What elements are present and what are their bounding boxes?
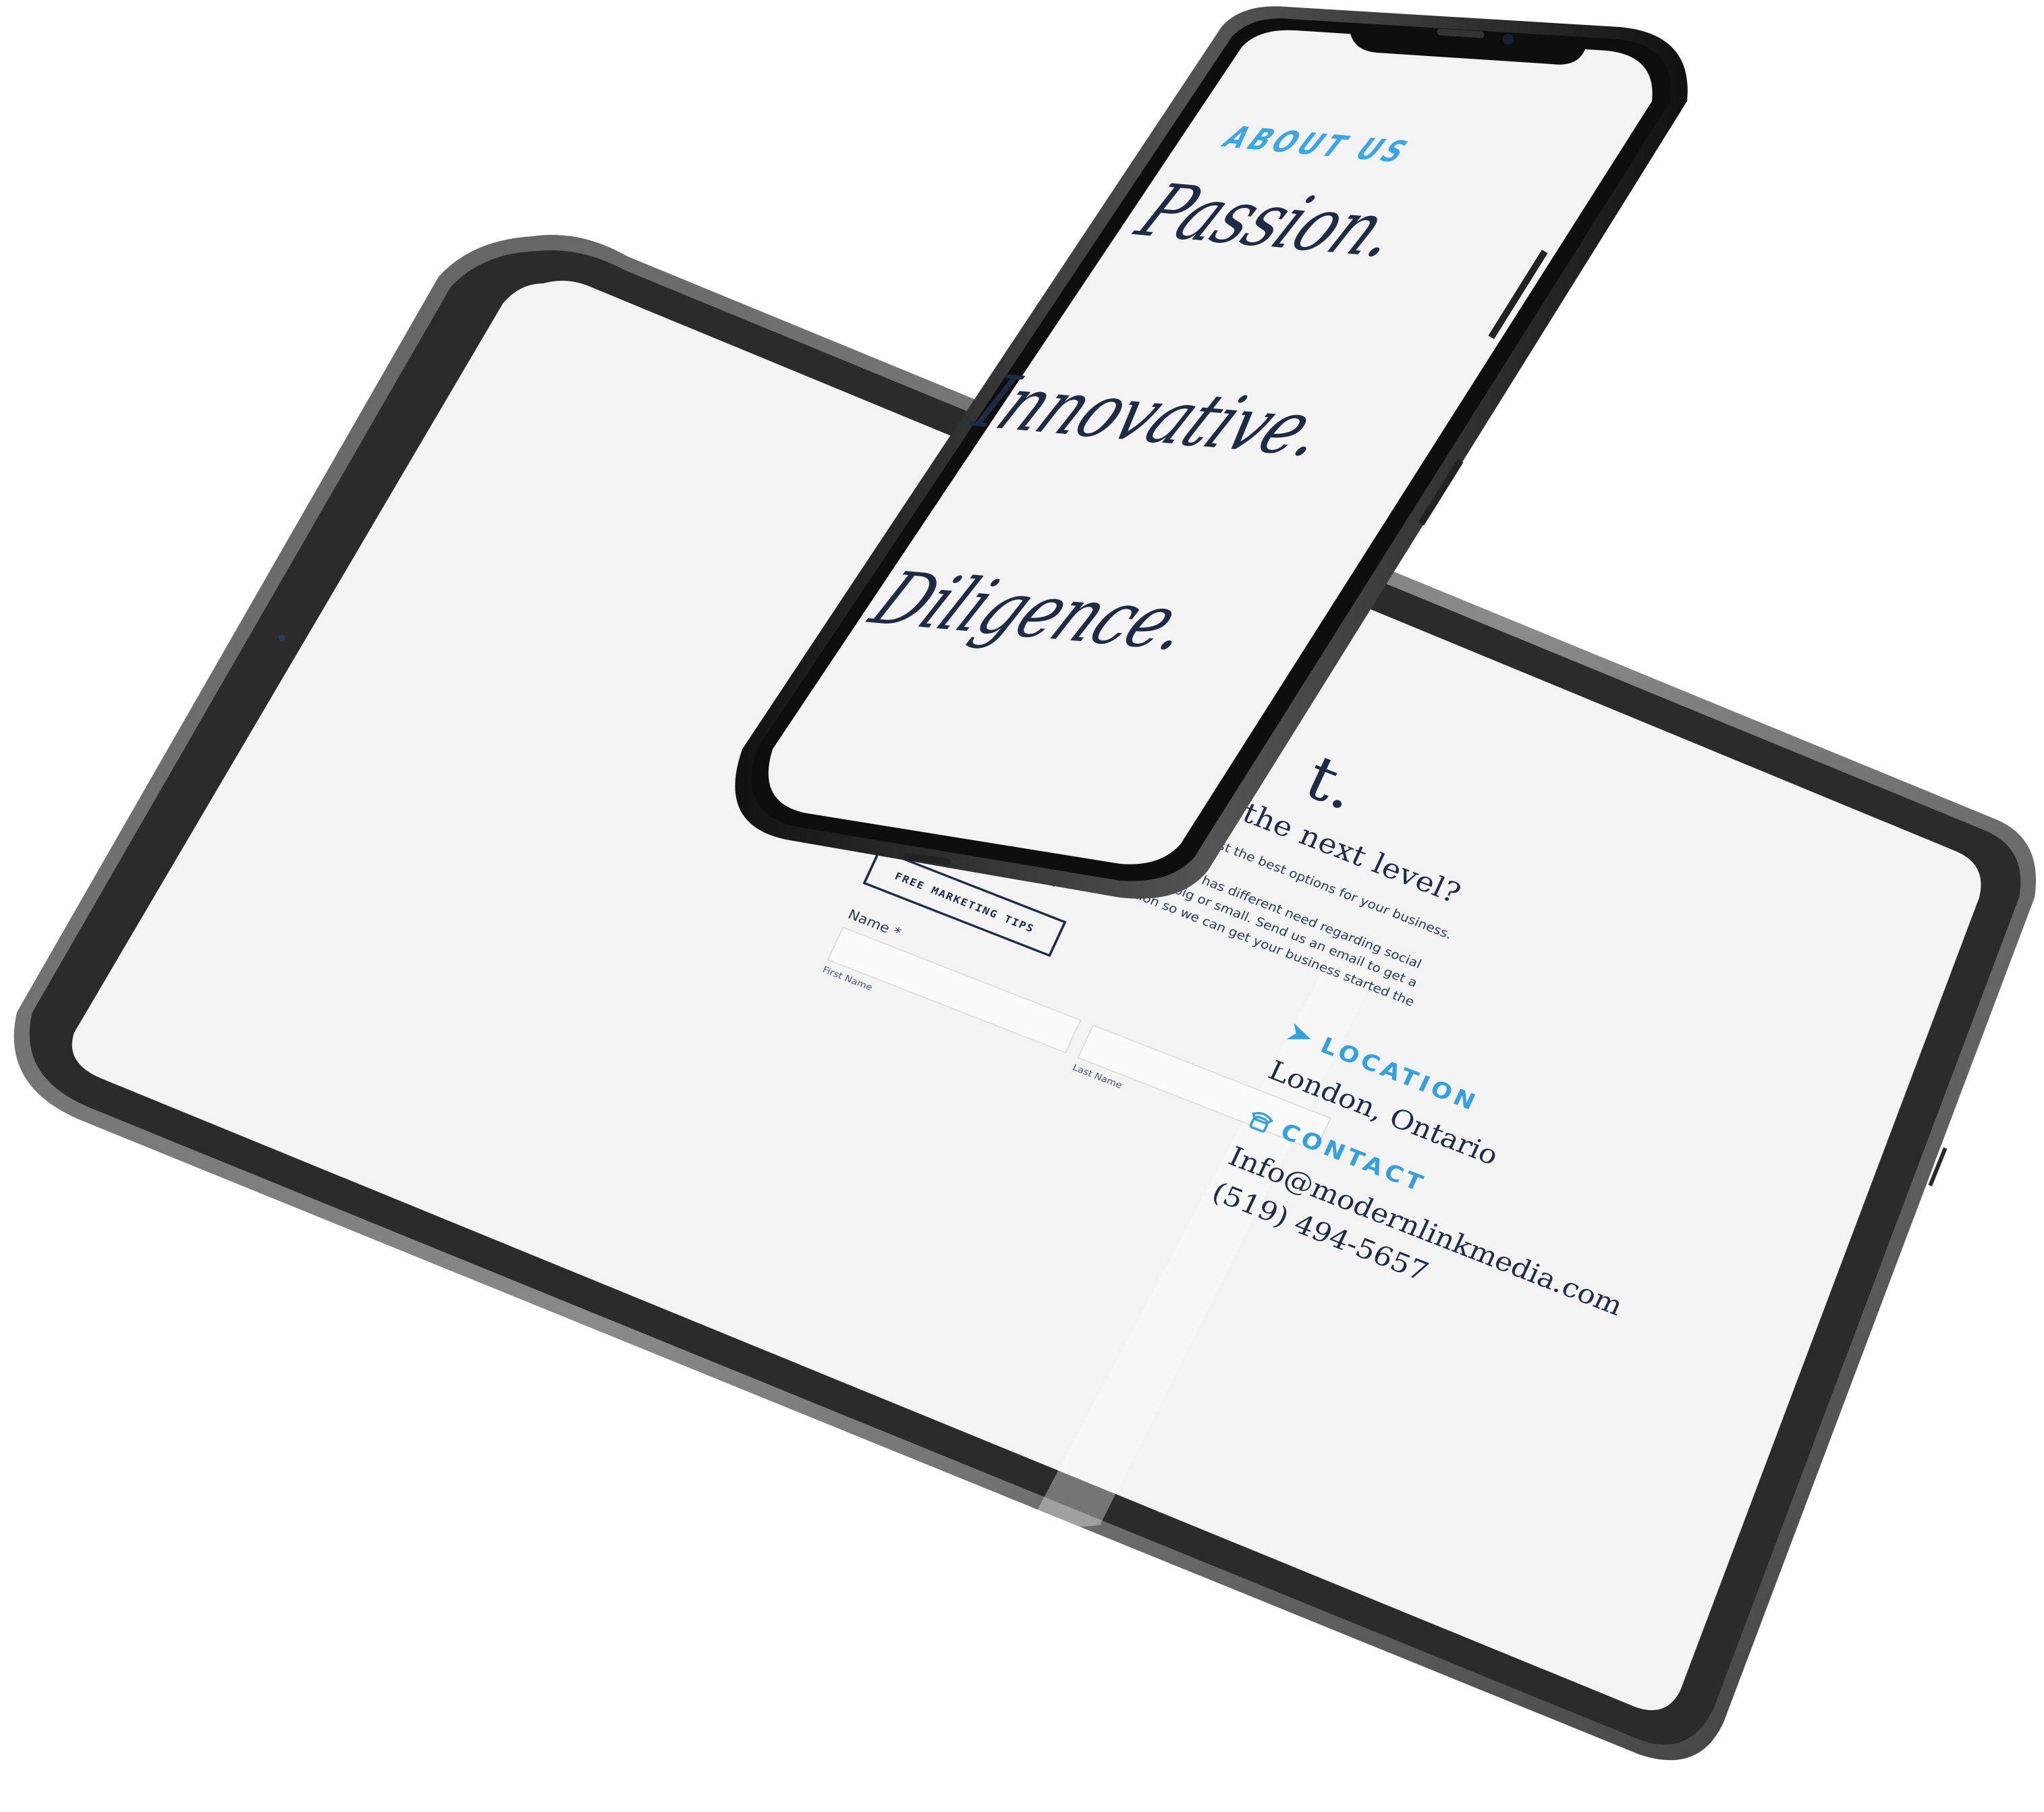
device-mockup-stage: Ready to step up to the next level? Let … [0, 0, 2044, 1812]
phone-front-camera [1503, 34, 1514, 45]
value-word-innovative: Innovative. [958, 359, 1348, 473]
value-word-passion: Passion. [1122, 167, 1421, 273]
phone-device: ABOUT US Passion. Innovative. Diligence. [0, 0, 2044, 1812]
value-word-diligence: Diligence. [856, 555, 1213, 667]
